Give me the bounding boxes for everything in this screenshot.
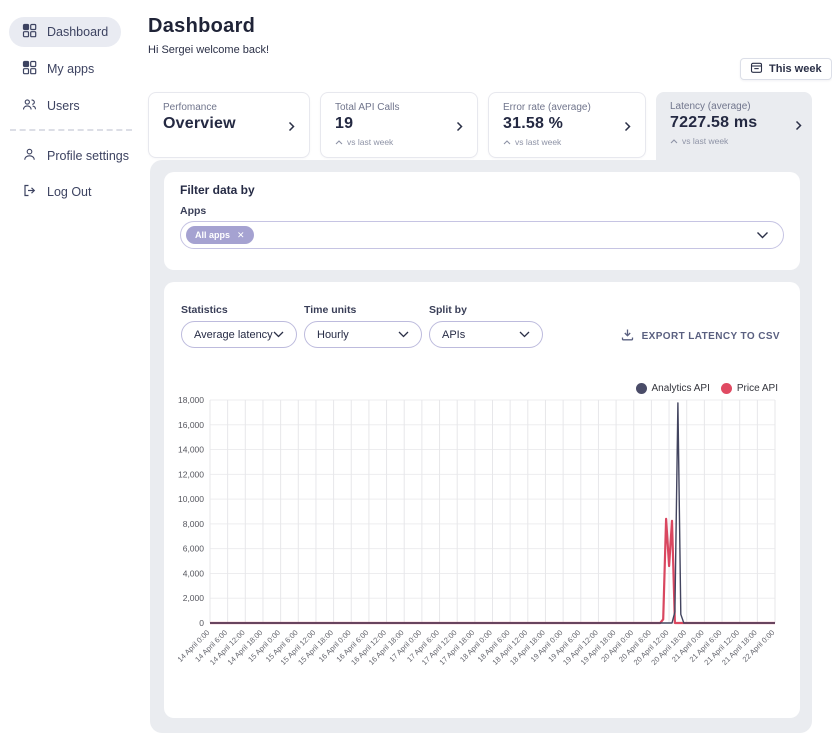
svg-text:0: 0: [199, 618, 204, 628]
sidebar-item-profile-settings[interactable]: Profile settings: [9, 141, 142, 171]
svg-text:18,000: 18,000: [178, 395, 204, 405]
apps-multiselect-input[interactable]: All apps ✕: [180, 221, 784, 249]
sidebar: Dashboard My apps Users Profile settings: [0, 0, 150, 748]
split-by-select[interactable]: APIs: [429, 321, 543, 348]
this-week-label: This week: [769, 63, 822, 75]
chevron-right-icon: [456, 119, 464, 137]
chevron-right-icon: [795, 118, 803, 136]
users-icon: [22, 97, 37, 115]
person-icon: [22, 147, 37, 165]
sidebar-item-label: My apps: [47, 62, 94, 76]
time-units-label: Time units: [304, 304, 422, 316]
statistics-card: Statistics Average latency Time units Ho…: [164, 282, 800, 718]
sidebar-item-label: Users: [47, 99, 80, 113]
card-label: Total API Calls: [335, 102, 463, 113]
split-by-value: APIs: [442, 329, 465, 341]
card-value: Overview: [163, 115, 295, 133]
sidebar-item-users[interactable]: Users: [9, 91, 93, 121]
caret-up-icon: [503, 137, 511, 147]
split-by-dropdown-group: Split by APIs: [429, 304, 543, 348]
legend-dot-analytics: [636, 383, 647, 394]
svg-text:14,000: 14,000: [178, 445, 204, 455]
legend-item-analytics-api: Analytics API: [636, 383, 710, 394]
card-sub-label: vs last week: [515, 137, 561, 147]
latency-line-chart[interactable]: 0 2,000 4,000 6,000 8,000 10,000 12,000 14,000 1…: [168, 394, 798, 694]
card-label: Error rate (average): [503, 102, 631, 113]
svg-text:4,000: 4,000: [183, 568, 205, 578]
filter-card: Filter data by Apps All apps ✕: [164, 172, 800, 270]
time-units-dropdown-group: Time units Hourly: [304, 304, 422, 348]
this-week-button[interactable]: This week: [740, 58, 832, 80]
time-units-value: Hourly: [317, 329, 349, 341]
caret-up-icon: [335, 137, 343, 147]
page-subtitle: Hi Sergei welcome back!: [148, 44, 269, 56]
dashboard-app: Dashboard My apps Users Profile settings: [0, 0, 832, 748]
card-label: Latency (average): [670, 101, 798, 112]
logout-icon: [22, 183, 37, 201]
card-total-api-calls[interactable]: Total API Calls 19 vs last week: [320, 92, 478, 158]
chevron-down-icon[interactable]: [756, 226, 769, 244]
svg-text:10,000: 10,000: [178, 494, 204, 504]
statistics-value: Average latency: [194, 329, 273, 341]
card-value: 31.58 %: [503, 115, 631, 133]
chip-close-icon[interactable]: ✕: [237, 231, 245, 240]
chevron-right-icon: [624, 119, 632, 137]
sidebar-item-dashboard[interactable]: Dashboard: [9, 17, 121, 47]
statistics-select[interactable]: Average latency: [181, 321, 297, 348]
chevron-down-icon: [519, 329, 530, 341]
card-performance-overview[interactable]: Perfomance Overview: [148, 92, 310, 158]
export-label: EXPORT LATENCY TO CSV: [642, 331, 780, 342]
download-icon: [621, 328, 634, 344]
caret-up-icon: [670, 136, 678, 146]
svg-text:6,000: 6,000: [183, 544, 205, 554]
legend-label: Price API: [737, 383, 778, 394]
statistics-dropdown-group: Statistics Average latency: [181, 304, 297, 348]
card-label: Perfomance: [163, 102, 295, 113]
svg-text:8,000: 8,000: [183, 519, 205, 529]
sidebar-item-label: Log Out: [47, 185, 91, 199]
filter-title: Filter data by: [180, 183, 255, 197]
chip-label: All apps: [195, 230, 230, 240]
card-value: 7227.58 ms: [670, 114, 798, 132]
chevron-down-icon: [398, 329, 409, 341]
legend-dot-price: [721, 383, 732, 394]
chart-legend: Analytics API Price API: [636, 383, 779, 394]
svg-text:16,000: 16,000: [178, 420, 204, 430]
grid-icon: [22, 60, 37, 78]
card-error-rate[interactable]: Error rate (average) 31.58 % vs last wee…: [488, 92, 646, 158]
sidebar-divider: [10, 129, 132, 131]
apps-label: Apps: [180, 205, 206, 217]
chevron-right-icon: [288, 119, 296, 137]
chevron-down-icon: [273, 329, 284, 341]
sidebar-item-label: Dashboard: [47, 25, 108, 39]
card-sub-label: vs last week: [682, 136, 728, 146]
svg-text:12,000: 12,000: [178, 469, 204, 479]
export-latency-csv-button[interactable]: EXPORT LATENCY TO CSV: [621, 328, 780, 344]
card-value: 19: [335, 115, 463, 133]
legend-item-price-api: Price API: [721, 383, 778, 394]
card-sub-label: vs last week: [347, 137, 393, 147]
page-title: Dashboard: [148, 15, 255, 38]
sidebar-item-log-out[interactable]: Log Out: [9, 177, 104, 207]
split-by-label: Split by: [429, 304, 543, 316]
sidebar-item-my-apps[interactable]: My apps: [9, 54, 107, 84]
calendar-icon: [750, 61, 763, 77]
legend-label: Analytics API: [652, 383, 710, 394]
sidebar-item-label: Profile settings: [47, 149, 129, 163]
all-apps-chip[interactable]: All apps ✕: [186, 226, 254, 244]
grid-icon: [22, 23, 37, 41]
statistics-label: Statistics: [181, 304, 297, 316]
time-units-select[interactable]: Hourly: [304, 321, 422, 348]
svg-text:2,000: 2,000: [183, 593, 205, 603]
